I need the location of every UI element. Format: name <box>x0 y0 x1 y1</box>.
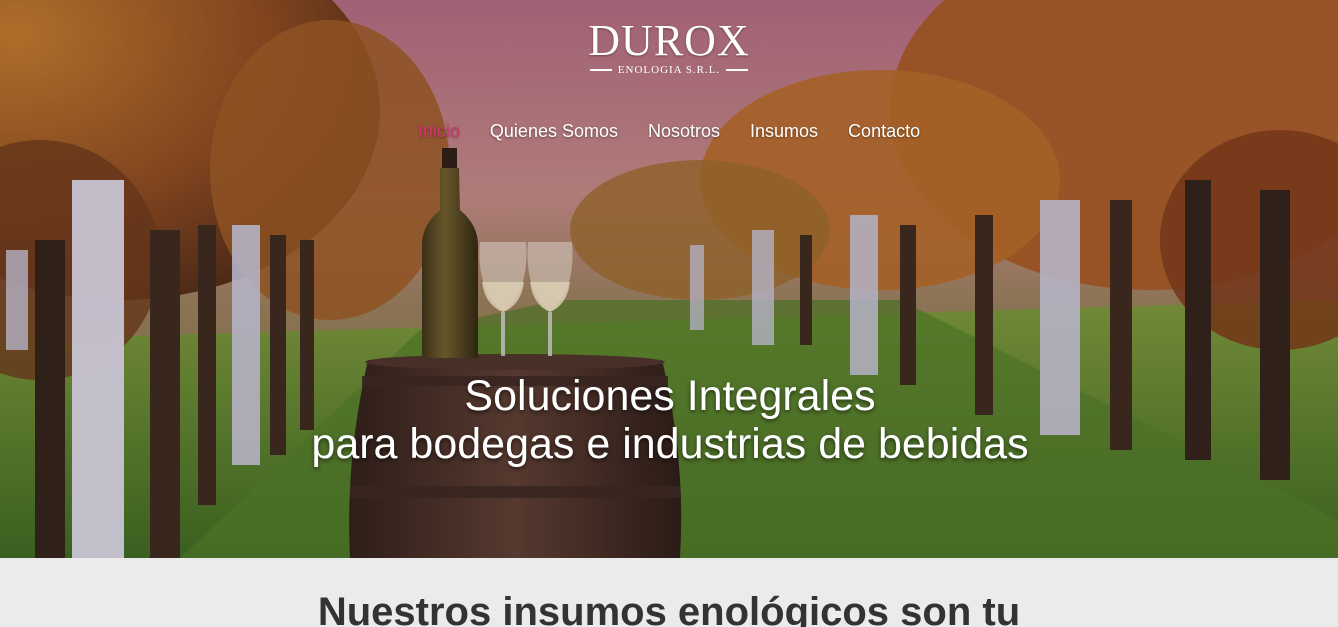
products-section: Nuestros insumos enológicos son tu <box>0 558 1338 627</box>
hero-headline: Soluciones Integrales para bodegas e ind… <box>1 372 1338 468</box>
brand-logo[interactable]: DUROX ENOLOGIA S.R.L. <box>0 16 1338 77</box>
nav-item-quienes-somos[interactable]: Quienes Somos <box>475 120 633 142</box>
brand-subtitle-row: ENOLOGIA S.R.L. <box>0 64 1338 76</box>
nav-item-inicio[interactable]: Inicio <box>403 120 475 142</box>
nav-item-contacto[interactable]: Contacto <box>833 120 935 142</box>
brand-subtitle: ENOLOGIA S.R.L. <box>617 64 721 76</box>
section-heading: Nuestros insumos enológicos son tu <box>317 590 1021 627</box>
divider-line <box>589 69 612 71</box>
hero-headline-line2: para bodegas e industrias de bebidas <box>311 420 1029 468</box>
main-nav: Inicio Quienes Somos Nosotros Insumos Co… <box>0 120 1338 142</box>
hero-banner: DUROX ENOLOGIA S.R.L. Inicio Quienes Som… <box>0 0 1338 558</box>
brand-name: DUROX <box>588 16 750 65</box>
nav-item-nosotros[interactable]: Nosotros <box>633 120 735 142</box>
divider-line <box>726 69 749 71</box>
vineyard-background-image <box>0 0 1338 558</box>
hero-headline-line1: Soluciones Integrales <box>464 372 876 420</box>
nav-item-insumos[interactable]: Insumos <box>735 120 833 142</box>
